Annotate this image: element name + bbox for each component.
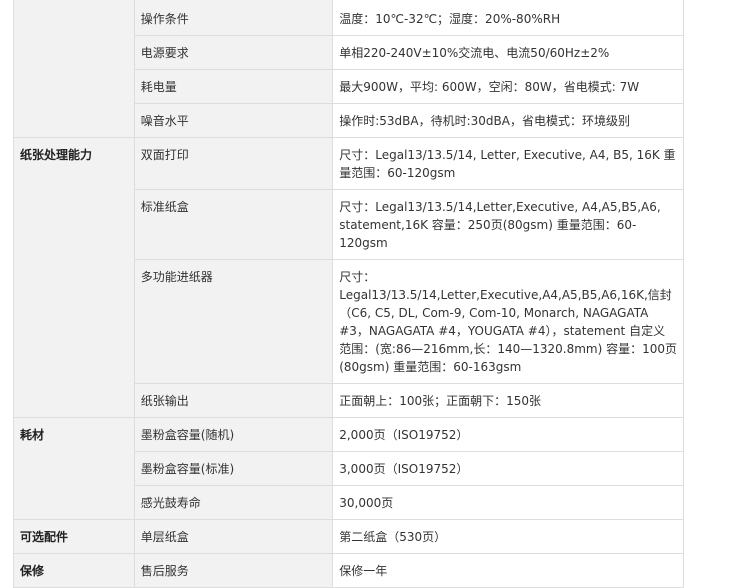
table-row: 可选配件 单层纸盒 第二纸盒（530页）: [13, 519, 684, 554]
item-label: 噪音水平: [133, 103, 334, 138]
item-label: 标准纸盒: [133, 189, 334, 260]
category-warranty: 保修: [13, 553, 135, 588]
item-label: 单层纸盒: [133, 519, 334, 554]
item-label: 墨粉盒容量(标准): [133, 451, 334, 486]
category-consumables: 耗材: [13, 417, 135, 520]
item-label: 墨粉盒容量(随机): [133, 417, 334, 452]
item-value: 尺寸：Legal13/13.5/14,Letter,Executive, A4,…: [332, 189, 684, 260]
item-value: 2,000页（ISO19752）: [332, 417, 684, 452]
item-label: 纸张输出: [133, 383, 334, 418]
item-value: 30,000页: [332, 485, 684, 520]
item-value: 3,000页（ISO19752）: [332, 451, 684, 486]
spec-table: 操作条件 温度：10℃-32℃；湿度：20%-80%RH 电源要求 单相220-…: [13, 0, 684, 588]
table-row: 保修 售后服务 保修一年: [13, 553, 684, 588]
item-value: 保修一年: [332, 553, 684, 588]
item-label: 操作条件: [133, 0, 334, 36]
table-row: 操作条件 温度：10℃-32℃；湿度：20%-80%RH: [13, 0, 684, 138]
item-value: 最大900W，平均: 600W，空闲：80W，省电模式: 7W: [332, 69, 684, 104]
item-label: 售后服务: [133, 553, 334, 588]
category-cell: [13, 0, 135, 138]
item-value: 温度：10℃-32℃；湿度：20%-80%RH: [332, 0, 684, 36]
item-value: 单相220-240V±10%交流电、电流50/60Hz±2%: [332, 35, 684, 70]
table-row: 纸张处理能力 双面打印 尺寸：Legal13/13.5/14, Letter, …: [13, 137, 684, 418]
item-label: 感光鼓寿命: [133, 485, 334, 520]
item-label: 电源要求: [133, 35, 334, 70]
item-label: 耗电量: [133, 69, 334, 104]
item-value: 操作时:53dBA，待机时:30dBA，省电模式：环境级别: [332, 103, 684, 138]
item-label: 多功能进纸器: [133, 259, 334, 384]
category-options: 可选配件: [13, 519, 135, 554]
item-label: 双面打印: [133, 137, 334, 190]
item-value: 第二纸盒（530页）: [332, 519, 684, 554]
category-paper-handling: 纸张处理能力: [13, 137, 135, 418]
item-value: 尺寸：Legal13/13.5/14, Letter, Executive, A…: [332, 137, 684, 190]
item-value: 正面朝上：100张；正面朝下：150张: [332, 383, 684, 418]
table-row: 耗材 墨粉盒容量(随机) 2,000页（ISO19752）: [13, 417, 684, 520]
item-value: 尺寸：Legal13/13.5/14,Letter,Executive,A4,A…: [332, 259, 684, 384]
